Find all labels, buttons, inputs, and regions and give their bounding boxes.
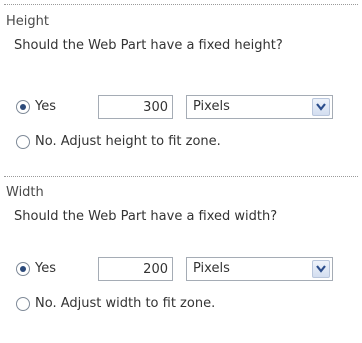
width-section-title: Width <box>6 185 44 200</box>
width-value-input[interactable] <box>98 257 173 281</box>
height-yes-row: Yes Pixels <box>14 95 344 119</box>
width-unit-select[interactable]: Pixels <box>186 257 333 281</box>
width-no-label[interactable]: No. Adjust width to fit zone. <box>35 296 215 312</box>
height-unit-value: Pixels <box>193 99 230 114</box>
height-unit-select[interactable]: Pixels <box>186 95 333 119</box>
width-no-radio[interactable] <box>16 297 30 311</box>
width-yes-row: Yes Pixels <box>14 257 344 281</box>
height-section-title: Height <box>6 14 49 29</box>
height-value-input[interactable] <box>98 95 173 119</box>
width-unit-value: Pixels <box>193 261 230 276</box>
chevron-down-icon[interactable] <box>312 260 330 278</box>
width-no-row: No. Adjust width to fit zone. <box>14 292 344 316</box>
height-yes-label[interactable]: Yes <box>35 99 56 115</box>
height-no-radio[interactable] <box>16 135 30 149</box>
section-divider-top <box>4 4 358 5</box>
width-yes-radio[interactable] <box>16 262 30 276</box>
height-question: Should the Web Part have a fixed height? <box>14 38 283 53</box>
height-yes-radio[interactable] <box>16 100 30 114</box>
width-yes-label[interactable]: Yes <box>35 261 56 277</box>
width-question: Should the Web Part have a fixed width? <box>14 209 278 224</box>
height-no-row: No. Adjust height to fit zone. <box>14 130 344 154</box>
height-no-label[interactable]: No. Adjust height to fit zone. <box>35 134 221 150</box>
chevron-down-icon[interactable] <box>312 98 330 116</box>
section-divider <box>4 176 358 177</box>
